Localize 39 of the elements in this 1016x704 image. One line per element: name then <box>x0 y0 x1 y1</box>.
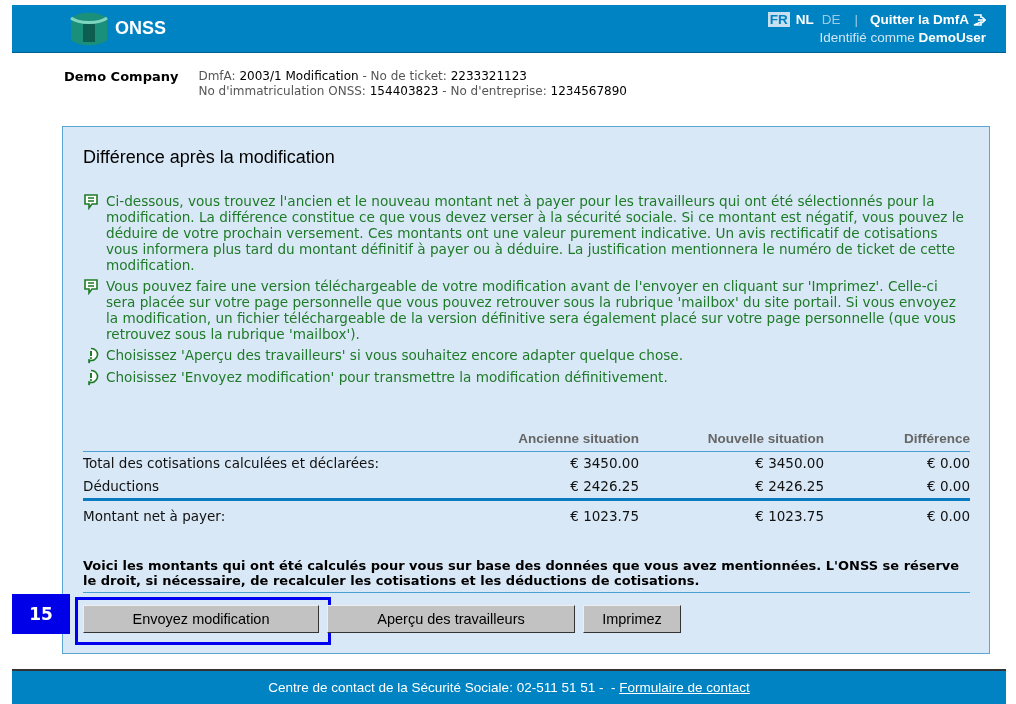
contact-link[interactable]: Formulaire de contact <box>619 680 750 695</box>
speech-bubble-icon <box>83 278 99 295</box>
logo-text: ONSS <box>115 18 166 39</box>
ticket-info: DmfA: 2003/1 Modification - No de ticket: 2233321123 <box>198 69 528 84</box>
note-text: Vous pouvez faire une version téléchargeable de votre modification avant de l'envoyer en cliquant sur 'Imprimez'. Celle-ci sera placée sur votre page personnelle que vous pouvez retrouver sous la rubrique 'mailbox' du site portail. Si vous envoyez la modification, un fichier téléchargeable de la version définitive sera également placé sur votre page personnelle (que vous retrouvez sous la rubrique 'mailbox'). <box>106 278 957 342</box>
action-button[interactable]: Imprimez <box>583 605 681 633</box>
quit-link[interactable]: Quitter la DmfA <box>870 12 986 27</box>
row-label: Montant net à payer: <box>83 498 479 528</box>
disclaimer-text: Voici les montants qui ont été calculés pour vous sur base des données que vous avez mentionnées. L'ONSS se réserve le droit, si nécessaire, de recalculer les cotisations et les déductions de cotisations. <box>83 558 970 593</box>
table-cell-text: € 0.00 <box>926 477 970 496</box>
table-cell: € 1023.75 <box>479 498 639 528</box>
column-header: Différence <box>824 431 970 452</box>
ticket-info: No d'immatriculation ONSS: 154403823 - No d'entreprise: 1234567890 <box>198 84 627 99</box>
note-text: Choisissez 'Aperçu des travailleurs' si vous souhaitez encore adapter quelque chose. <box>106 347 684 363</box>
language-link[interactable]: FR <box>767 12 790 27</box>
column-header: Ancienne situation <box>479 431 639 452</box>
note-text: Choisissez 'Envoyez modification' pour transmettre la modification définitivement. <box>106 369 668 385</box>
table-cell-text: € 3450.00 <box>754 454 824 473</box>
table-cell-text: € 3450.00 <box>569 454 639 473</box>
table-cell: € 0.00 <box>824 498 970 528</box>
identified-user: Identifié comme DemoUser <box>819 30 986 45</box>
row-label: Déductions <box>83 477 161 496</box>
table-cell-text: € 0.00 <box>926 454 970 473</box>
row-label: Total des cotisations calculées et déclarées: <box>83 454 380 473</box>
separator: | <box>854 12 858 27</box>
footer-text: Centre de contact de la Sécurité Sociale: 02-511 51 51 - - <box>268 680 617 695</box>
table-cell: € 1023.75 <box>639 498 824 528</box>
table-cell-text: € 2426.25 <box>754 477 824 496</box>
callout-badge: 15 <box>12 594 70 634</box>
exit-icon <box>973 13 986 26</box>
action-button[interactable]: Envoyez modification <box>83 605 319 633</box>
table-cell-text: € 2426.25 <box>569 477 639 496</box>
action-button[interactable]: Aperçu des travailleurs <box>327 605 575 633</box>
company-name: Demo Company <box>64 69 179 86</box>
note-text: Ci-dessous, vous trouvez l'ancien et le nouveau montant net à payer pour les travailleurs qui ont été sélectionnés pour la modification. La différence constitue ce que vous devez verser à la sécurité sociale. Si ce montant est négatif, vous pouvez le déduire de votre prochain versement. Ces montants ont une valeur purement indicative. Un avis rectificatif de cotisations vous informera plus tard du montant définitif à payer ou à déduire. La justification mentionnera le numéro de ticket de cette modification. <box>106 193 965 273</box>
speech-bubble-icon <box>83 193 99 210</box>
column-header: Nouvelle situation <box>639 431 824 452</box>
panel-title: Différence après la modification <box>83 147 336 168</box>
language-link[interactable]: NL <box>793 12 816 27</box>
